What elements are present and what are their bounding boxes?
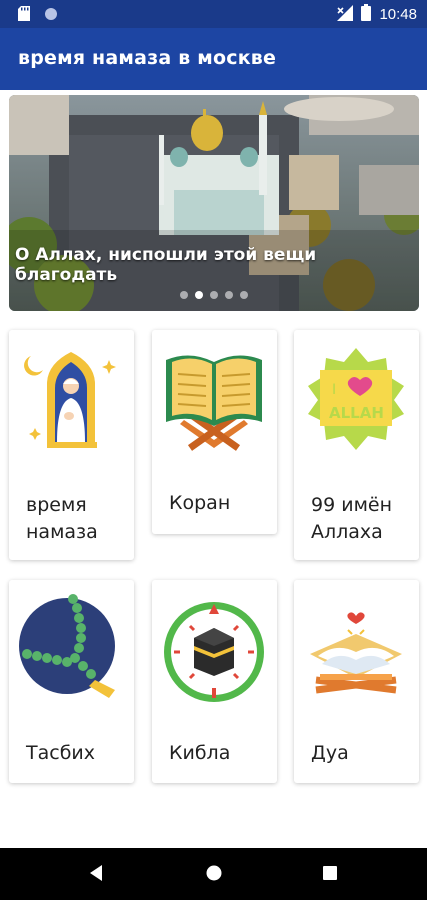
carousel-dot[interactable] (240, 291, 248, 299)
names-of-allah-card[interactable]: I ALLAH 99 имён Аллаха (294, 330, 419, 560)
home-icon[interactable] (205, 864, 223, 886)
svg-text:ALLAH: ALLAH (329, 404, 384, 422)
carousel-dot[interactable] (210, 291, 218, 299)
card-label: 99 имён Аллаха (311, 494, 393, 543)
tasbih-card[interactable]: Тасбих (9, 580, 134, 783)
back-icon[interactable] (88, 864, 104, 886)
quran-book-icon (166, 355, 262, 451)
prayer-times-card[interactable]: время намаза (9, 330, 134, 560)
card-label: Коран (169, 492, 231, 514)
tasbih-beads-icon (19, 594, 115, 698)
prayer-man-icon (24, 352, 116, 448)
card-label: Кибла (169, 742, 231, 764)
status-bar: 10:48 (0, 0, 427, 28)
carousel-dot-active[interactable] (195, 291, 203, 299)
quran-card[interactable]: Коран (152, 330, 277, 534)
qibla-card[interactable]: Кибла (152, 580, 277, 783)
dua-card[interactable]: Дуа (294, 580, 419, 783)
card-label: время намаза (26, 494, 98, 543)
circle-icon (44, 6, 58, 25)
banner-caption: О Аллах, ниспошли этой вещи благодать (15, 245, 317, 285)
card-label: Тасбих (26, 742, 96, 764)
clock: 10:48 (379, 6, 417, 23)
recents-icon[interactable] (322, 864, 338, 886)
sd-card-icon (18, 6, 30, 25)
qibla-compass-icon (164, 602, 264, 702)
carousel-dot[interactable] (225, 291, 233, 299)
card-label: Дуа (311, 742, 349, 764)
navigation-bar (0, 848, 427, 900)
battery-icon (361, 4, 372, 25)
app-bar: время намаза в москве (0, 28, 427, 90)
svg-text:I: I (332, 382, 336, 398)
dua-book-icon (310, 612, 402, 694)
carousel-indicators (9, 291, 419, 299)
carousel-dot[interactable] (180, 291, 188, 299)
signal-icon (337, 4, 354, 25)
banner-carousel[interactable]: О Аллах, ниспошли этой вещи благодать (9, 95, 419, 311)
page-title: время намаза в москве (18, 47, 277, 69)
i-love-allah-icon: I ALLAH (308, 348, 404, 450)
